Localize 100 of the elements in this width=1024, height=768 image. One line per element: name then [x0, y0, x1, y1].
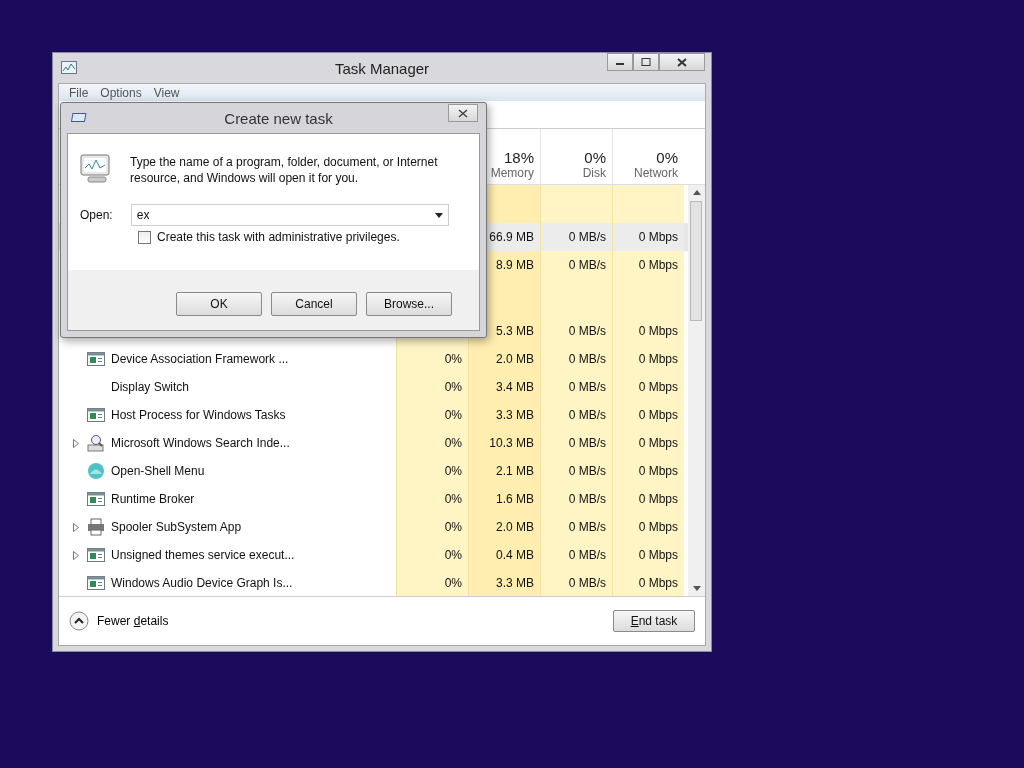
- memory-cell: 10.3 MB: [468, 429, 540, 457]
- network-cell: 0 Mbps: [612, 569, 684, 597]
- table-cell: [540, 185, 612, 223]
- menu-item[interactable]: File: [65, 85, 93, 100]
- disk-cell: 0 MB/s: [540, 457, 612, 485]
- network-cell: 0 Mbps: [612, 373, 684, 401]
- close-button[interactable]: [448, 104, 478, 122]
- cpu-cell: 0%: [396, 401, 468, 429]
- process-name: Windows Audio Device Graph Is...: [111, 576, 293, 590]
- column-label: Memory: [490, 166, 534, 180]
- monitor-icon: [80, 154, 112, 184]
- disk-cell: 0 MB/s: [540, 541, 612, 569]
- disk-cell: 0 MB/s: [540, 373, 612, 401]
- task-manager-icon: [61, 61, 77, 75]
- memory-cell: 2.0 MB: [468, 345, 540, 373]
- network-cell: 0 Mbps: [612, 401, 684, 429]
- checkbox-label: Create this task with administrative privileges.: [157, 230, 400, 244]
- network-cell: 0 Mbps: [612, 457, 684, 485]
- disk-cell: 0 MB/s: [540, 569, 612, 597]
- column-label: Disk: [582, 166, 606, 180]
- dialog-message: Type the name of a program, folder, document, or Internet resource, and Windows will open it for you.: [130, 154, 439, 186]
- close-icon: [458, 108, 468, 118]
- cpu-cell: 0%: [396, 569, 468, 597]
- column-label: Network: [634, 166, 678, 180]
- end-task-button[interactable]: End task: [613, 610, 695, 632]
- collapse-icon: [69, 611, 89, 631]
- memory-cell: 2.0 MB: [468, 513, 540, 541]
- column-header[interactable]: 0% Network: [612, 129, 684, 184]
- run-icon: [71, 113, 87, 123]
- scroll-down-icon[interactable]: [692, 586, 701, 592]
- dropdown-arrow-icon[interactable]: [434, 212, 443, 218]
- maximize-icon: [641, 58, 651, 66]
- printer-icon: [87, 518, 105, 536]
- memory-cell: 3.4 MB: [468, 373, 540, 401]
- app-window-icon: [87, 492, 105, 506]
- dialog-button[interactable]: Cancel: [271, 292, 357, 316]
- menu-item[interactable]: View: [149, 85, 184, 100]
- process-name: Microsoft Windows Search Inde...: [111, 436, 290, 450]
- disk-cell: 0 MB/s: [540, 345, 612, 373]
- process-name: Display Switch: [111, 380, 190, 394]
- minimize-button[interactable]: [607, 53, 633, 71]
- app-window-icon: [87, 352, 105, 366]
- process-name: Unsigned themes service execut...: [111, 548, 295, 562]
- disk-cell: 0 MB/s: [540, 513, 612, 541]
- open-combobox[interactable]: ex: [130, 204, 449, 226]
- memory-cell: 3.3 MB: [468, 569, 540, 597]
- process-name: Open-Shell Menu: [111, 464, 205, 478]
- memory-cell: 0.4 MB: [468, 541, 540, 569]
- disk-cell: 0 MB/s: [540, 485, 612, 513]
- process-name: Host Process for Windows Tasks: [111, 408, 286, 422]
- close-icon: [677, 57, 687, 67]
- table-cell: [612, 185, 684, 223]
- scroll-up-icon[interactable]: [692, 189, 701, 195]
- disk-cell: 0 MB/s: [540, 223, 612, 251]
- cpu-cell: 0%: [396, 513, 468, 541]
- process-name: Spooler SubSystem App: [111, 520, 242, 534]
- open-label: Open:: [80, 208, 113, 222]
- memory-cell: 3.3 MB: [468, 401, 540, 429]
- column-percent: 0%: [584, 149, 606, 166]
- network-cell: 0 Mbps: [612, 541, 684, 569]
- app-window-icon: [87, 576, 105, 590]
- network-cell: 0 Mbps: [612, 223, 684, 251]
- cpu-cell: 0%: [396, 345, 468, 373]
- expand-arrow-icon[interactable]: [73, 522, 79, 532]
- column-percent: 18%: [503, 149, 534, 166]
- dialog-title: Create new task: [224, 109, 333, 127]
- shell-icon: [87, 462, 105, 480]
- network-cell: 0 Mbps: [612, 429, 684, 457]
- network-cell: 0 Mbps: [612, 251, 684, 279]
- network-cell: 0 Mbps: [612, 513, 684, 541]
- cpu-cell: 0%: [396, 373, 468, 401]
- cpu-cell: 0%: [396, 429, 468, 457]
- expand-arrow-icon[interactable]: [73, 438, 79, 448]
- process-name: Runtime Broker: [111, 492, 195, 506]
- disk-cell: 0 MB/s: [540, 429, 612, 457]
- memory-cell: 1.6 MB: [468, 485, 540, 513]
- cpu-cell: 0%: [396, 485, 468, 513]
- network-cell: 0 Mbps: [612, 485, 684, 513]
- network-cell: 0 Mbps: [612, 345, 684, 373]
- scroll-thumb[interactable]: [690, 201, 702, 321]
- search-service-icon: [87, 434, 105, 452]
- checkbox[interactable]: [138, 230, 151, 244]
- cpu-cell: 0%: [396, 541, 468, 569]
- disk-cell: 0 MB/s: [540, 251, 612, 279]
- menu-item[interactable]: Options: [96, 85, 146, 100]
- network-cell: 0 Mbps: [612, 317, 684, 345]
- app-window-icon: [87, 408, 105, 422]
- dialog-button[interactable]: Browse...: [366, 292, 452, 316]
- disk-cell: 0 MB/s: [540, 401, 612, 429]
- fewer-details-button[interactable]: Fewer details: [69, 611, 169, 631]
- process-name: Device Association Framework ...: [111, 352, 289, 366]
- memory-cell: 2.1 MB: [468, 457, 540, 485]
- app-window-icon: [87, 548, 105, 562]
- scrollbar[interactable]: [688, 185, 705, 596]
- maximize-button[interactable]: [633, 53, 659, 71]
- expand-arrow-icon[interactable]: [73, 550, 79, 560]
- close-button[interactable]: [659, 53, 705, 71]
- column-header[interactable]: 0% Disk: [540, 129, 612, 184]
- disk-cell: 0 MB/s: [540, 317, 612, 345]
- dialog-button[interactable]: OK: [176, 292, 262, 316]
